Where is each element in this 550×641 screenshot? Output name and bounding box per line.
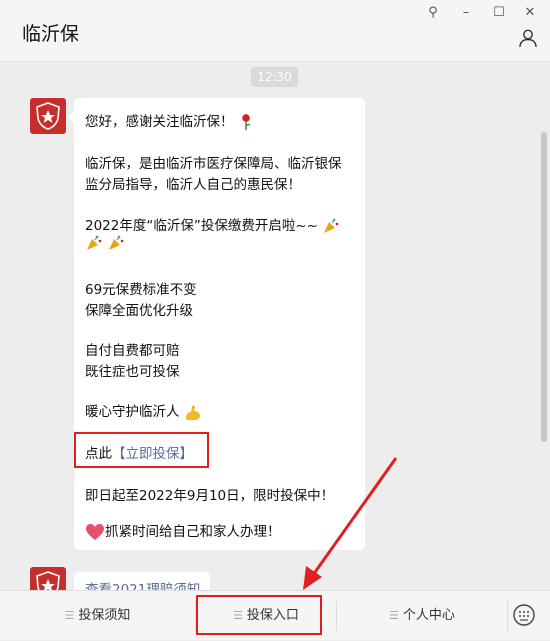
message-line: 自付自费都可赔 — [85, 343, 180, 359]
claim-notice-link[interactable]: 查看2021理赔须知 — [85, 578, 200, 590]
party-popper-row — [85, 234, 125, 252]
message-line: 2022年度“临沂保”投保缴费开启啦~~ — [85, 214, 340, 235]
message-line: 监分局指导，临沂人自己的惠民保！ — [85, 177, 301, 193]
party-popper-icon — [87, 235, 102, 250]
menu-item-insurance-notice[interactable]: ☰ 投保须知 — [0, 591, 195, 641]
maximize-icon[interactable]: ☐ — [490, 5, 508, 21]
avatar[interactable] — [30, 98, 66, 134]
menu-lines-icon: ☰ — [64, 609, 75, 622]
party-popper-icon — [109, 235, 124, 250]
message-line: 既往症也可投保 — [85, 364, 180, 380]
party-popper-icon — [324, 218, 339, 233]
message-line: 您好，感谢关注临沂保！ — [85, 110, 254, 131]
message-bubble: 查看2021理赔须知 — [74, 572, 210, 590]
timestamp: 12:30 — [251, 67, 298, 87]
pin-icon[interactable]: ⚲ — [424, 5, 442, 21]
message-line: 临沂保，是由临沂市医疗保障局、临沂银保 — [85, 156, 342, 172]
rose-icon — [242, 114, 251, 130]
chat-title: 临沂保 — [22, 23, 80, 45]
title-bar: 临沂保 ⚲ – ☐ ✕ — [0, 0, 550, 62]
chat-area[interactable]: 12:30 您好，感谢关注临沂保！ 临沂保，是由临沂市医疗保障局、临沂银保 监分… — [0, 62, 550, 590]
insurance-entry-highlight-box — [196, 595, 322, 635]
cta-line: 点此【立即投保】 — [85, 442, 193, 462]
minimize-icon[interactable]: – — [457, 5, 475, 21]
shield-logo-icon — [36, 571, 60, 590]
shield-logo-icon — [36, 102, 60, 130]
menu-divider — [507, 601, 508, 631]
message-line: 暖心守护临沂人 — [85, 400, 202, 421]
flexed-bicep-icon — [185, 405, 200, 420]
profile-icon[interactable] — [518, 28, 538, 48]
close-icon[interactable]: ✕ — [521, 5, 539, 21]
message-line: 保障全面优化升级 — [85, 303, 193, 319]
message-line: 69元保费标准不变 — [85, 282, 197, 298]
menu-item-personal-center[interactable]: ☰ 个人中心 — [337, 591, 507, 641]
scrollbar[interactable] — [541, 132, 547, 442]
avatar[interactable] — [30, 567, 66, 590]
cta-prefix: 点此 — [85, 446, 112, 462]
message-bubble: 您好，感谢关注临沂保！ 临沂保，是由临沂市医疗保障局、临沂银保 监分局指导，临沂… — [68, 98, 365, 550]
keyboard-switch-icon[interactable] — [512, 603, 536, 627]
message-line: 抓紧时间给自己和家人办理！ — [85, 520, 281, 541]
heart-icon — [86, 524, 104, 540]
buy-now-link[interactable]: 【立即投保】 — [112, 446, 193, 462]
message-line: 即日起至2022年9月10日，限时投保中！ — [85, 488, 335, 504]
menu-lines-icon: ☰ — [389, 609, 399, 622]
